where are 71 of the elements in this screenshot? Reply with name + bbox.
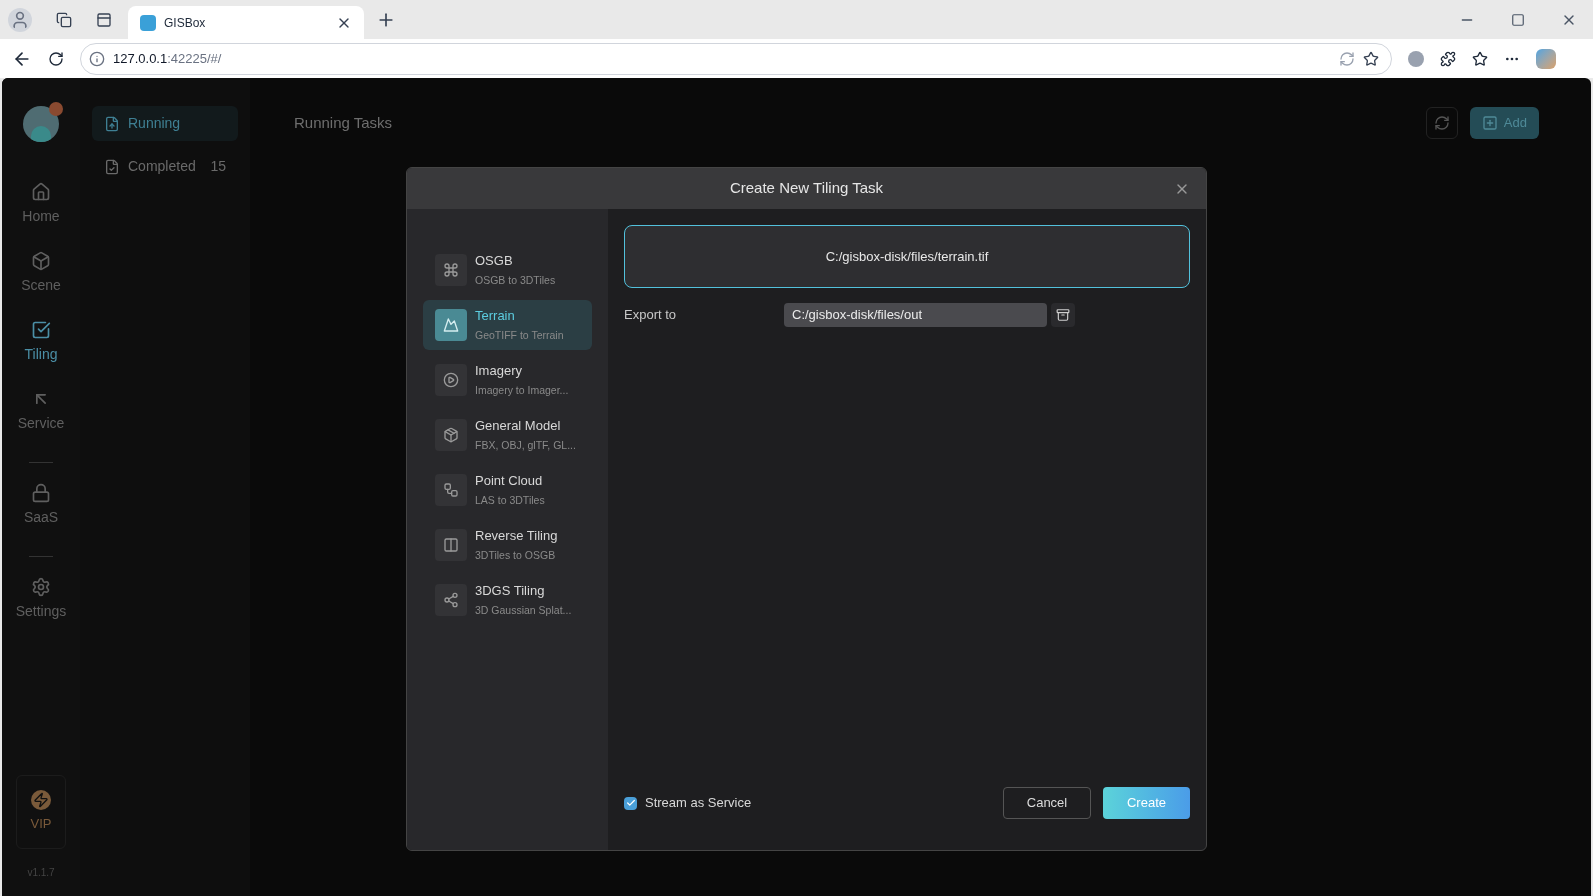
task-type-item[interactable]: General Model FBX, OBJ, glTF, GL...: [423, 410, 592, 460]
avatar[interactable]: [23, 106, 59, 142]
file-icon: [104, 158, 120, 175]
type-icon: [443, 427, 459, 443]
favorites-list-icon[interactable]: [1472, 50, 1488, 67]
type-description: GeoTIFF to Terrain: [475, 328, 564, 342]
type-name: Terrain: [475, 308, 516, 325]
filter-label: Running: [128, 114, 182, 133]
type-icon: [443, 317, 459, 333]
edge-sync-icon[interactable]: [1339, 50, 1355, 67]
task-type-item[interactable]: Point Cloud LAS to 3DTiles: [423, 465, 592, 515]
type-name: Point Cloud: [475, 473, 544, 490]
browse-button[interactable]: [1051, 303, 1075, 327]
maximize-icon[interactable]: [1511, 12, 1525, 27]
browser-tab[interactable]: GISBox: [128, 6, 364, 39]
page-title: Running Tasks: [294, 112, 394, 133]
cancel-button[interactable]: Cancel: [1003, 787, 1091, 819]
stream-checkbox[interactable]: [624, 796, 637, 810]
profile-icon[interactable]: [8, 7, 32, 32]
type-name: Imagery: [475, 363, 523, 380]
type-description: 3D Gaussian Splat...: [475, 603, 572, 617]
favorite-icon[interactable]: [1363, 50, 1379, 67]
task-type-item[interactable]: 3DGS Tiling 3D Gaussian Splat...: [423, 575, 592, 625]
nav-icon: [31, 577, 51, 597]
nav-icon: [31, 483, 51, 503]
dialog-title: Create New Tiling Task: [729, 178, 884, 199]
type-name: General Model: [475, 418, 562, 435]
type-name: 3DGS Tiling: [475, 583, 546, 600]
count-label: 15: [210, 157, 226, 176]
type-icon: [443, 372, 459, 388]
export-path-field[interactable]: C:/gisbox-disk/files/out: [784, 303, 1047, 327]
refresh-icon: [1433, 115, 1450, 131]
type-description: OSGB to 3DTiles: [475, 273, 556, 287]
stream-label: Stream as Service: [645, 794, 753, 813]
add-icon: [1481, 115, 1498, 131]
favicon-icon: [140, 14, 156, 31]
task-type-item[interactable]: Reverse Tiling 3DTiles to OSGB: [423, 520, 592, 570]
type-icon: [443, 262, 459, 278]
type-description: Imagery to Imager...: [475, 383, 569, 397]
filter-label: Completed: [128, 157, 197, 176]
export-label: Export to: [624, 306, 678, 325]
check-icon: [625, 798, 636, 808]
refresh-button[interactable]: [1425, 107, 1458, 139]
tab-actions-icon[interactable]: [96, 11, 112, 28]
nav-icon: [31, 182, 51, 202]
file-icon: [104, 115, 120, 132]
rail-nav-item[interactable]: Tiling: [24, 312, 58, 373]
type-icon: [443, 482, 459, 498]
extension-icon[interactable]: [1408, 50, 1424, 67]
task-filter-item[interactable]: Completed 15: [92, 149, 238, 184]
type-icon: [443, 537, 459, 553]
reload-icon[interactable]: [48, 50, 64, 67]
type-description: LAS to 3DTiles: [475, 493, 545, 507]
task-filter-item[interactable]: Running: [92, 106, 238, 141]
workspaces-icon[interactable]: [56, 11, 72, 28]
input-file-field[interactable]: C:/gisbox-disk/files/terrain.tif: [624, 225, 1190, 288]
type-name: Reverse Tiling: [475, 528, 558, 545]
nav-icon: [31, 251, 51, 271]
extensions-icon[interactable]: [1440, 50, 1456, 67]
task-type-item[interactable]: Terrain GeoTIFF to Terrain: [423, 300, 592, 350]
type-name: OSGB: [475, 253, 514, 270]
site-info-icon[interactable]: [89, 50, 105, 67]
notification-badge: [49, 102, 63, 116]
lightning-icon: [31, 790, 51, 811]
type-description: FBX, OBJ, glTF, GL...: [475, 438, 576, 452]
copilot-icon[interactable]: [1536, 48, 1556, 69]
nav-icon: [31, 320, 51, 340]
task-type-item[interactable]: Imagery Imagery to Imager...: [423, 355, 592, 405]
type-icon: [443, 592, 459, 608]
type-description: 3DTiles to OSGB: [475, 548, 557, 562]
task-type-item[interactable]: OSGB OSGB to 3DTiles: [423, 245, 592, 295]
